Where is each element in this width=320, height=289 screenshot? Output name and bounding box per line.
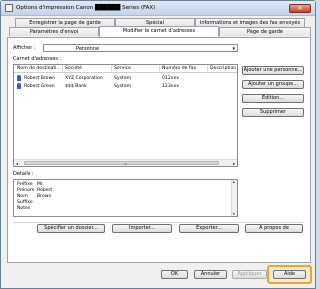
- column-divider[interactable]: [207, 65, 208, 73]
- add-group-button[interactable]: Ajouter un groupe...: [242, 80, 304, 89]
- column-header-service[interactable]: Service: [114, 66, 131, 71]
- address-book-list[interactable]: Nom de destinati... Société Service Numé…: [13, 64, 238, 167]
- detail-key-suffix: Suffixe: [17, 200, 33, 205]
- row-name: Robert Green: [24, 84, 55, 89]
- print-options-window: Options d'impression Canon ██████ Series…: [0, 0, 316, 289]
- display-value: Personne: [76, 46, 100, 52]
- scrollbar-thumb[interactable]: [24, 161, 219, 165]
- detail-value-last-name: Brown: [37, 194, 52, 199]
- cancel-button[interactable]: Annuler: [194, 270, 227, 279]
- address-book-header: Nom de destinati... Société Service Numé…: [14, 65, 237, 73]
- person-icon: [17, 75, 21, 81]
- scroll-up-icon[interactable]: ▴: [233, 180, 235, 184]
- divider: [13, 222, 303, 223]
- apply-button[interactable]: Appliquer: [232, 270, 267, 279]
- display-label: Afficher :: [13, 45, 36, 51]
- tab-modifier-carnet-adresses[interactable]: Modifier le carnet d'adresses: [99, 26, 219, 37]
- horizontal-scrollbar[interactable]: ◂ ≡ ▸: [14, 159, 237, 166]
- tab-page-de-garde[interactable]: Page de garde: [219, 27, 311, 36]
- grip-icon: ≡: [124, 161, 128, 166]
- printer-icon: [5, 4, 13, 12]
- detail-key-first-name: Prénom: [17, 188, 35, 193]
- help-button[interactable]: Aide: [273, 270, 306, 279]
- display-select[interactable]: Personne ▾: [43, 44, 238, 52]
- column-divider[interactable]: [111, 65, 112, 73]
- column-header-name[interactable]: Nom de destinati...: [17, 66, 61, 71]
- detail-key-notes: Notes: [17, 206, 31, 211]
- ok-button[interactable]: OK: [161, 270, 188, 279]
- column-divider[interactable]: [62, 65, 63, 73]
- title-bar: Options d'impression Canon ██████ Series…: [1, 1, 315, 16]
- details-box: Préfixe Mr. Prénom Robert Nom Brown Suff…: [13, 179, 238, 217]
- scroll-left-icon[interactable]: ◂: [16, 161, 18, 166]
- column-header-description[interactable]: Description: [210, 66, 236, 71]
- tab-parametres-envoi[interactable]: Paramètres d'envoi: [9, 27, 99, 36]
- row-service: System: [114, 76, 132, 81]
- row-company: XYZ Corporation: [65, 76, 103, 81]
- detail-key-prefix: Préfixe: [17, 182, 33, 187]
- row-name: Robert Brown: [24, 76, 56, 81]
- chevron-down-icon: ▾: [232, 46, 235, 52]
- window-title: Options d'impression Canon ██████ Series…: [16, 5, 156, 11]
- detail-value-first-name: Robert: [37, 188, 53, 193]
- vertical-scrollbar[interactable]: ▴ ▾: [231, 180, 237, 216]
- scroll-down-icon[interactable]: ▾: [233, 212, 235, 216]
- person-icon: [17, 83, 21, 89]
- detail-key-last-name: Nom: [17, 194, 28, 199]
- scroll-right-icon[interactable]: ▸: [233, 161, 235, 166]
- specify-folder-button[interactable]: Spécifier un dossier...: [37, 224, 105, 233]
- details-label: Détails :: [13, 171, 34, 177]
- about-button[interactable]: A propos de: [245, 224, 303, 233]
- row-service: System: [114, 84, 132, 89]
- close-button[interactable]: ✕: [289, 4, 311, 13]
- table-row[interactable]: Robert Green $$$ Bank System 123xxx: [14, 83, 237, 90]
- row-fax-number: 123xxx: [162, 84, 179, 89]
- row-fax-number: 012xxx: [162, 76, 179, 81]
- delete-button[interactable]: Supprimer: [242, 108, 304, 117]
- address-book-label: Carnet d'adresses :: [13, 56, 62, 62]
- column-divider[interactable]: [159, 65, 160, 73]
- column-header-fax-number[interactable]: Numéro de fax: [162, 66, 196, 71]
- edit-button[interactable]: Edition...: [242, 94, 304, 103]
- table-row[interactable]: Robert Brown XYZ Corporation System 012x…: [14, 75, 237, 82]
- column-header-company[interactable]: Société: [65, 66, 82, 71]
- row-company: $$$ Bank: [65, 84, 87, 89]
- add-person-button[interactable]: Ajouter une personne...: [242, 66, 304, 75]
- export-button[interactable]: Exporter...: [179, 224, 239, 233]
- detail-value-prefix: Mr.: [37, 182, 44, 187]
- import-button[interactable]: Importer...: [112, 224, 172, 233]
